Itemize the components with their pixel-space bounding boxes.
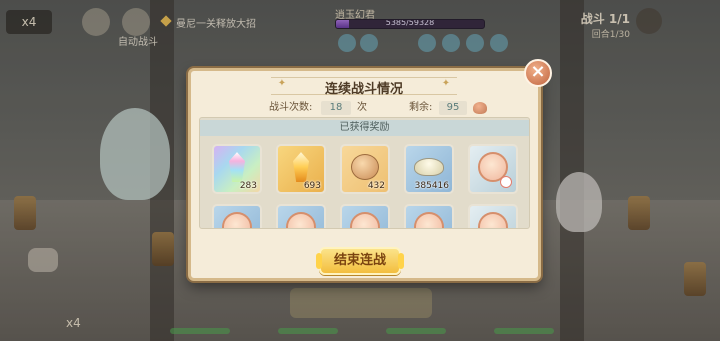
continuous-battle-dialog: ✦ 连续战斗情况 ✦ × 战斗次数: 18 次 剩余: 95 已获得奖励 283…	[188, 59, 552, 281]
rewards-header: 已获得奖励	[200, 120, 529, 136]
battle-count-unit: 次	[357, 102, 367, 113]
sparkle-icon: ✦	[277, 78, 287, 89]
reward-item[interactable]: 432	[340, 144, 390, 194]
stamina-bun-icon	[473, 102, 487, 114]
reward-count: 385416	[414, 181, 449, 191]
copper-coin-icon	[351, 154, 379, 181]
close-icon: ×	[530, 61, 546, 82]
chibi-character-icon	[286, 212, 316, 228]
dialog-title: 连续战斗情况	[324, 82, 403, 97]
chibi-character-icon	[414, 212, 444, 228]
reward-count: 283	[239, 181, 257, 191]
button-deco	[316, 253, 322, 269]
reward-item[interactable]: 693	[276, 144, 326, 194]
reward-panel: 已获得奖励 283 693 432 385416	[199, 117, 530, 229]
rainbow-crystal-icon	[229, 152, 245, 183]
close-button[interactable]: ×	[524, 59, 552, 87]
battle-count-value: 18	[321, 101, 351, 115]
reward-item[interactable]	[468, 204, 518, 228]
battle-count-label: 战斗次数:	[269, 102, 313, 113]
reward-item[interactable]	[404, 204, 454, 228]
dialog-title-plate: ✦ 连续战斗情况 ✦	[271, 77, 457, 97]
spoon-badge-icon	[500, 176, 512, 188]
remaining-value: 95	[439, 101, 467, 115]
button-deco	[398, 253, 404, 269]
sparkle-icon: ✦	[441, 78, 451, 89]
reward-item[interactable]: 283	[212, 144, 262, 194]
reward-item[interactable]	[276, 204, 326, 228]
reward-item[interactable]	[212, 204, 262, 228]
reward-count: 432	[367, 181, 385, 191]
chibi-character-icon	[222, 212, 252, 228]
cowrie-shell-icon	[414, 158, 444, 177]
reward-count: 693	[303, 181, 321, 191]
reward-item[interactable]	[340, 204, 390, 228]
chibi-character-icon	[350, 212, 380, 228]
gold-crystal-icon	[293, 152, 309, 183]
reward-item[interactable]	[468, 144, 518, 194]
reward-item[interactable]: 385416	[404, 144, 454, 194]
chibi-character-icon	[478, 212, 508, 228]
end-battle-button[interactable]: 结束连战	[316, 247, 404, 275]
remaining-label: 剩余:	[409, 102, 433, 113]
